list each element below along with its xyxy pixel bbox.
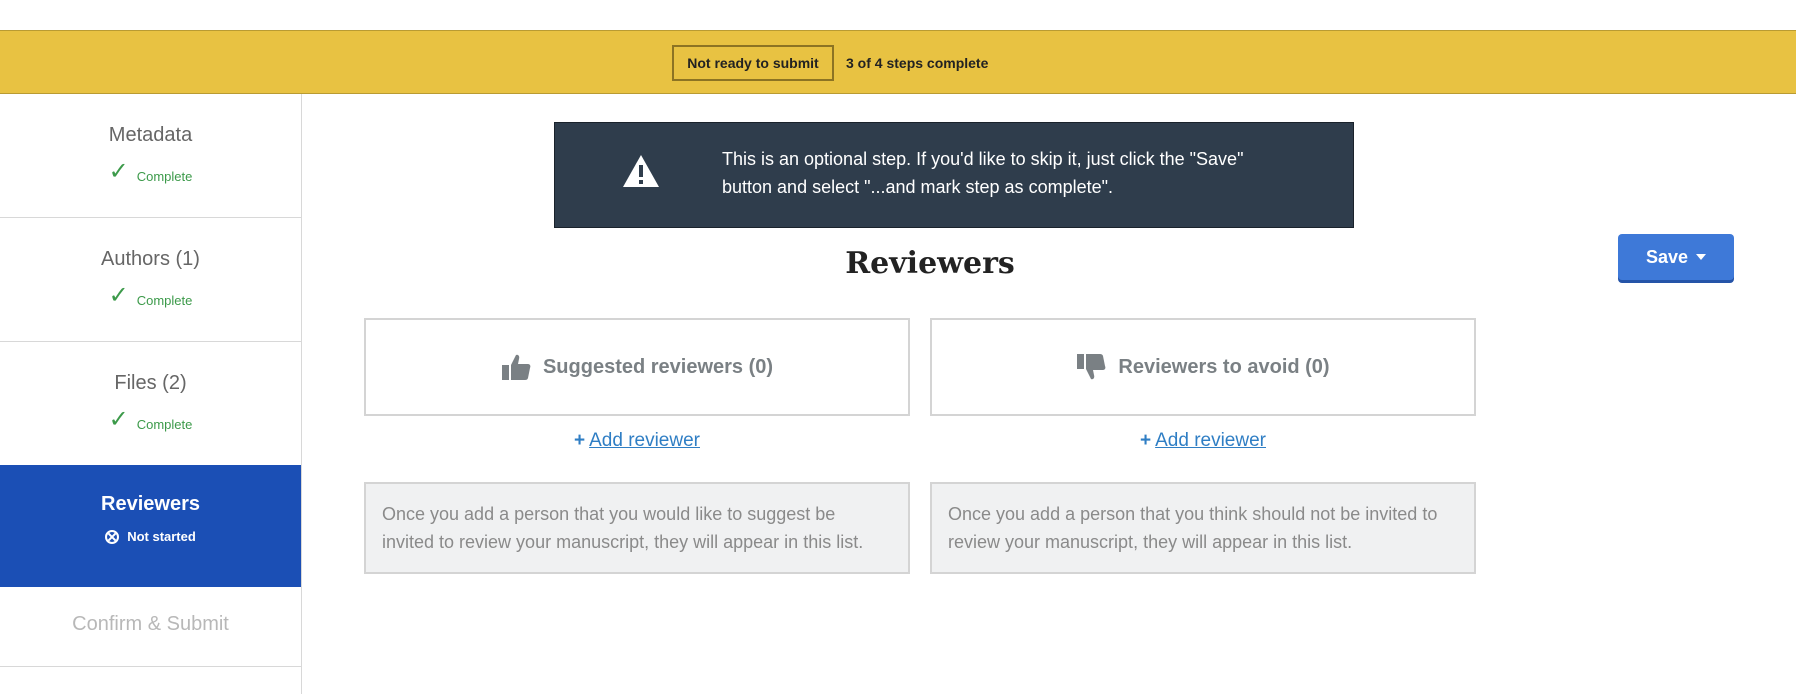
step-status: ✓ Complete xyxy=(0,282,301,309)
add-reviewer-label[interactable]: Add reviewer xyxy=(589,430,700,451)
steps-sidebar: Metadata ✓ Complete Authors (1) ✓ Comple… xyxy=(0,94,302,694)
reviewers-to-avoid-empty-state: Once you add a person that you think sho… xyxy=(930,482,1476,574)
add-suggested-reviewer-link[interactable]: + Add reviewer xyxy=(364,430,910,452)
step-status-label: Complete xyxy=(136,417,193,432)
sidebar-item-authors[interactable]: Authors (1) ✓ Complete xyxy=(0,218,301,342)
plus-icon: + xyxy=(1140,430,1152,451)
steps-progress-text: 3 of 4 steps complete xyxy=(846,55,989,71)
plus-icon: + xyxy=(574,430,586,451)
optional-step-notice: This is an optional step. If you'd like … xyxy=(554,122,1354,228)
step-status-label: Complete xyxy=(136,169,193,184)
suggested-reviewers-heading: Suggested reviewers (0) xyxy=(542,355,774,378)
step-status-label: Complete xyxy=(136,293,193,308)
thumbs-up-icon xyxy=(501,354,531,380)
save-button[interactable]: Save xyxy=(1618,234,1734,280)
add-avoid-reviewer-link[interactable]: + Add reviewer xyxy=(930,430,1476,452)
step-status-label: Not started xyxy=(127,529,196,544)
step-status: ✓ Complete xyxy=(0,406,301,433)
not-started-icon xyxy=(105,529,120,544)
sidebar-item-label: Reviewers xyxy=(101,493,200,515)
thumbs-down-icon xyxy=(1077,354,1106,380)
step-status: ✓ Complete xyxy=(0,158,301,185)
sidebar-item-reviewers[interactable]: Reviewers Not started xyxy=(0,465,301,587)
add-reviewer-label[interactable]: Add reviewer xyxy=(1155,430,1266,451)
sidebar-item-metadata[interactable]: Metadata ✓ Complete xyxy=(0,94,301,218)
sidebar-item-files[interactable]: Files (2) ✓ Complete xyxy=(0,342,301,466)
caret-down-icon xyxy=(1696,254,1707,260)
sidebar-item-confirm-submit[interactable]: Confirm & Submit xyxy=(0,587,301,667)
step-status: Not started xyxy=(0,529,301,544)
reviewers-to-avoid-panel: Reviewers to avoid (0) xyxy=(930,318,1476,416)
notice-text: This is an optional step. If you'd like … xyxy=(722,149,1244,197)
page-title: Reviewers xyxy=(845,246,1015,281)
suggested-reviewers-panel: Suggested reviewers (0) xyxy=(364,318,910,416)
suggested-reviewers-empty-state: Once you add a person that you would lik… xyxy=(364,482,910,574)
sidebar-item-label: Authors (1) xyxy=(101,248,200,270)
submission-status-bar: Not ready to submit 3 of 4 steps complet… xyxy=(0,30,1796,94)
sidebar-item-label: Files (2) xyxy=(114,372,187,394)
sidebar-item-label: Confirm & Submit xyxy=(72,613,229,635)
check-icon: ✓ xyxy=(108,282,129,309)
save-button-label: Save xyxy=(1645,246,1689,267)
check-icon: ✓ xyxy=(108,158,129,185)
status-badge: Not ready to submit xyxy=(672,45,834,81)
sidebar-item-label: Metadata xyxy=(108,124,193,146)
warning-icon xyxy=(623,155,659,187)
reviewers-to-avoid-heading: Reviewers to avoid (0) xyxy=(1118,355,1330,378)
check-icon: ✓ xyxy=(108,406,129,433)
